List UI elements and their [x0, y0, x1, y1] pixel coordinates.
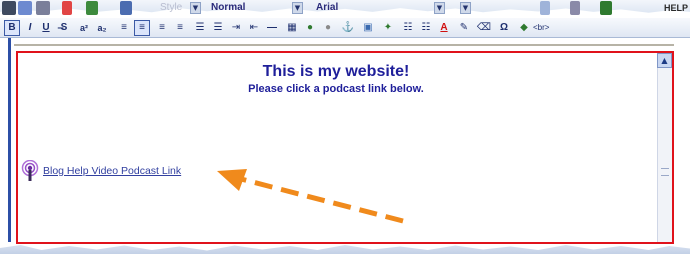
align-justify-icon[interactable]: ≡ — [172, 20, 188, 36]
insert-br-button[interactable]: <br> — [533, 23, 549, 32]
subscript-button[interactable]: a₂ — [94, 20, 110, 36]
insert-link-icon[interactable]: ● — [302, 20, 318, 36]
highlight-icon[interactable]: ✎ — [456, 20, 472, 36]
align-right-icon[interactable]: ≡ — [154, 20, 170, 36]
style-dropdown-label[interactable]: Style — [160, 2, 182, 13]
numbered-list-icon[interactable]: ☰ — [192, 20, 208, 36]
image-icon[interactable] — [120, 1, 132, 15]
anchor-icon[interactable]: ⚓ — [340, 20, 356, 36]
remove-link-icon[interactable]: ● — [320, 20, 336, 36]
underline-button[interactable]: U — [38, 20, 54, 36]
table-icon[interactable] — [540, 1, 550, 15]
superscript-button[interactable]: a² — [76, 20, 92, 36]
clean-format-icon[interactable]: ◆ — [516, 20, 532, 36]
cut-icon[interactable] — [62, 1, 72, 15]
editor-area[interactable]: This is my website! Please click a podca… — [16, 51, 674, 244]
style-dropdown-arrow-icon[interactable]: ▼ — [190, 2, 201, 14]
preview-icon[interactable] — [600, 1, 612, 15]
link-icon[interactable] — [570, 1, 580, 15]
editor-top-rule — [14, 44, 674, 46]
flash-icon[interactable]: ☷ — [400, 20, 416, 36]
font-dropdown-value[interactable]: Arial — [316, 2, 338, 13]
top-toolbar-strip — [0, 0, 690, 13]
strikethrough-button[interactable]: ̶S — [56, 20, 72, 36]
scroll-grip-icon[interactable] — [661, 168, 669, 176]
page-heading: This is my website! — [262, 63, 410, 80]
top-toolbar: Style ▼ Normal ▼ Arial ▼ ▼ HELP — [0, 0, 690, 18]
spellcheck-icon[interactable] — [36, 1, 50, 15]
format-toolbar: B I U ̶S a² a₂ ≡ ≡ ≡ ≡ ☰ ☰ ⇥ ⇤ — ▦ ● ● ⚓… — [0, 18, 690, 38]
color-dropdown-arrow-icon[interactable]: ▼ — [460, 2, 471, 14]
bullet-list-icon[interactable]: ☰ — [210, 20, 226, 36]
font-color-icon[interactable]: A — [436, 20, 452, 36]
edit-icon[interactable] — [18, 1, 32, 15]
insert-image-icon[interactable]: ▣ — [360, 20, 376, 36]
insert-table-icon[interactable]: ▦ — [284, 20, 300, 36]
form-icon[interactable]: ☷ — [418, 20, 434, 36]
vertical-scrollbar[interactable]: ▲ — [657, 53, 672, 242]
size-dropdown-arrow-icon[interactable]: ▼ — [434, 2, 445, 14]
format-dropdown-value[interactable]: Normal — [211, 2, 245, 13]
page-subheading: Please click a podcast link below. — [248, 83, 424, 95]
special-char-icon[interactable]: Ω — [496, 20, 512, 36]
indent-icon[interactable]: ⇥ — [228, 20, 244, 36]
pointer-arrow-icon — [217, 169, 404, 224]
horizontal-rule-icon[interactable]: — — [264, 20, 280, 36]
format-dropdown-arrow-icon[interactable]: ▼ — [292, 2, 303, 14]
podcast-icon — [21, 160, 39, 181]
align-center-icon[interactable]: ≡ — [134, 20, 150, 36]
bottom-torn-edge — [0, 245, 690, 254]
save-icon[interactable] — [2, 1, 16, 15]
left-border-bar — [0, 38, 12, 242]
podcast-link[interactable]: Blog Help Video Podcast Link — [43, 165, 181, 177]
scroll-up-icon[interactable]: ▲ — [657, 53, 672, 68]
help-button[interactable]: HELP — [664, 3, 688, 13]
outdent-icon[interactable]: ⇤ — [246, 20, 262, 36]
insert-media-icon[interactable]: ✦ — [380, 20, 396, 36]
align-left-icon[interactable]: ≡ — [116, 20, 132, 36]
check-icon[interactable] — [86, 1, 98, 15]
italic-button[interactable]: I — [22, 20, 38, 36]
bold-button[interactable]: B — [4, 20, 20, 36]
eraser-icon[interactable]: ⌫ — [476, 20, 492, 36]
